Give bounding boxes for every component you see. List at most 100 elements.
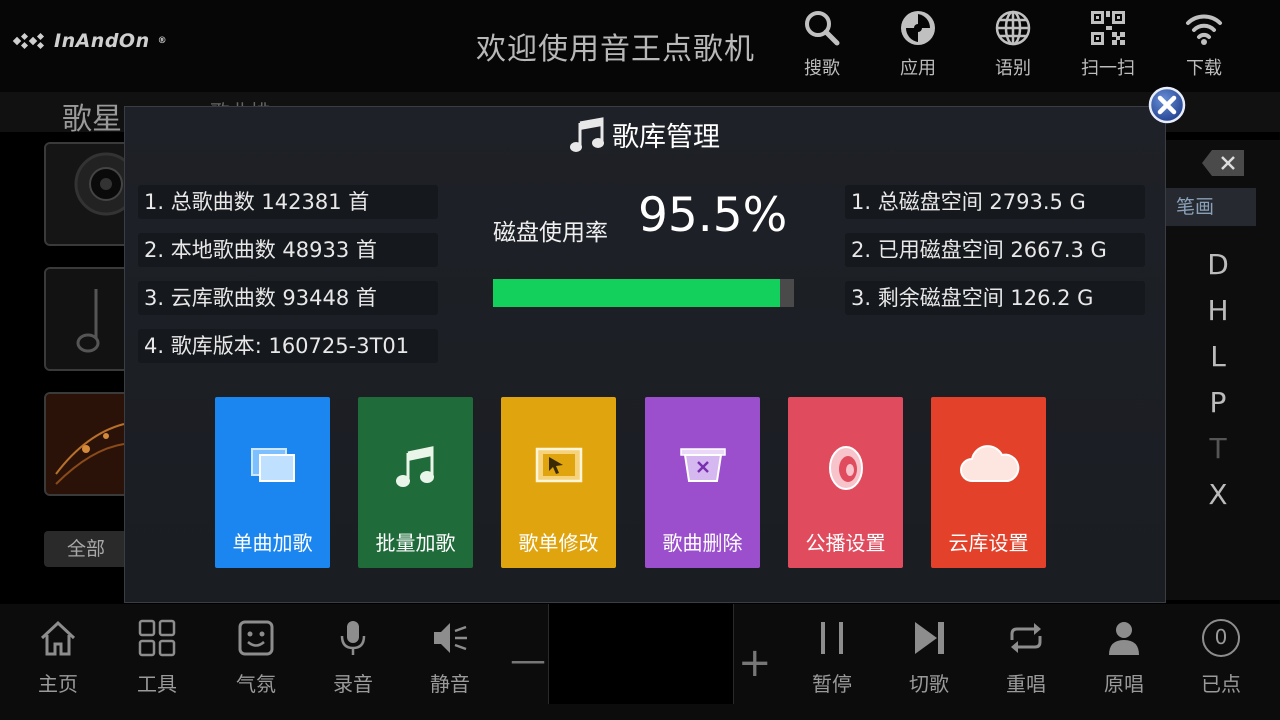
playlist-edit-button[interactable]: 歌单修改 [501,397,616,568]
search-button[interactable]: 搜歌 [784,8,860,86]
windows-icon [250,448,295,482]
logo-mark-icon [12,32,45,50]
local-songs-stat: 2. 本地歌曲数 48933 首 [138,233,438,267]
queue-count: 0 [1214,625,1228,649]
backspace-button[interactable] [1202,150,1244,176]
download-label: 下载 [1186,58,1222,79]
record-button[interactable]: 录音 [313,618,393,697]
cloud-icon [959,445,1019,482]
mood-button[interactable]: 气氛 [216,618,296,697]
cloud-library-settings-button[interactable]: 云库设置 [931,397,1046,568]
search-label: 搜歌 [804,58,840,79]
cloud-songs-stat: 3. 云库歌曲数 93448 首 [138,281,438,315]
tab-stroke[interactable]: 笔画 [1166,188,1256,226]
app-title: 欢迎使用音王点歌机 [476,32,755,67]
delete-box-icon [679,448,726,482]
wifi-icon [1186,14,1222,45]
speaker-art-icon [46,144,128,244]
download-button[interactable]: 下载 [1166,8,1242,86]
single-add-song-button[interactable]: 单曲加歌 [215,397,330,568]
total-disk-stat: 1. 总磁盘空间 2793.5 G [845,185,1145,219]
dialog-title: 歌库管理 [570,115,720,154]
tile-label: 云库设置 [948,531,1029,555]
language-button[interactable]: 语别 [975,8,1051,86]
backspace-icon [1202,150,1244,176]
category-thumbnail[interactable] [44,267,130,371]
brand-logo: InAndOn ® [12,30,167,52]
tools-icon [138,619,176,657]
repeat-icon [1010,623,1042,653]
queue-button[interactable]: 0 已点 [1181,618,1261,697]
microphone-icon [340,621,366,655]
repeat-label: 重唱 [1006,672,1046,696]
skip-label: 切歌 [909,672,949,696]
skip-button[interactable]: 切歌 [889,618,969,697]
tile-label: 歌单修改 [518,531,599,555]
index-letter[interactable]: H [1206,294,1230,327]
record-label: 录音 [333,672,373,696]
volume-up-button[interactable]: + [738,640,772,686]
apps-icon [901,11,935,45]
index-letter[interactable]: X [1206,478,1230,511]
video-preview[interactable] [548,604,734,704]
search-icon [805,11,840,46]
repeat-button[interactable]: 重唱 [986,618,1066,697]
apps-button[interactable]: 应用 [880,8,956,86]
mute-label: 静音 [430,672,470,696]
mood-label: 气氛 [236,672,276,696]
home-label: 主页 [38,672,78,696]
pause-label: 暂停 [812,672,852,696]
index-letter[interactable]: T [1206,432,1230,465]
tools-button[interactable]: 工具 [117,618,197,697]
scan-button[interactable]: 扫一扫 [1070,8,1146,86]
batch-add-song-button[interactable]: 批量加歌 [358,397,473,568]
category-thumbnail[interactable] [44,392,130,496]
language-label: 语别 [995,58,1031,79]
mute-button[interactable]: 静音 [410,618,490,697]
close-button[interactable] [1148,86,1186,124]
song-delete-button[interactable]: 歌曲删除 [645,397,760,568]
original-vocal-button[interactable]: 原唱 [1084,618,1164,697]
tile-label: 歌曲删除 [662,531,743,555]
pause-button[interactable]: 暂停 [792,618,872,697]
music-note-art-icon [46,269,128,369]
edit-cursor-icon [535,447,582,483]
total-songs-stat: 1. 总歌曲数 142381 首 [138,185,438,219]
speaker-icon [828,446,863,490]
index-letter[interactable]: L [1206,340,1230,373]
brand-registered-mark: ® [157,36,168,46]
disk-usage-bar-fill [493,279,781,307]
music-note-icon [570,116,604,152]
queue-count-icon: 0 [1201,618,1241,658]
broadcast-settings-button[interactable]: 公播设置 [788,397,903,568]
filter-all-button[interactable]: 全部 [44,531,128,567]
home-button[interactable]: 主页 [18,618,98,697]
globe-icon [995,10,1031,46]
dialog-title-text: 歌库管理 [612,122,720,153]
disk-usage-bar [493,279,794,307]
notes-art-icon [46,394,128,494]
skip-icon [915,622,944,654]
index-letter[interactable]: P [1206,386,1230,419]
pause-icon [821,622,843,654]
library-version-stat: 4. 歌库版本: 160725-3T01 [138,329,438,363]
apps-label: 应用 [900,58,936,79]
free-disk-stat: 3. 剩余磁盘空间 126.2 G [845,281,1145,315]
index-letter[interactable]: D [1206,248,1230,281]
user-icon [1109,622,1139,655]
music-note-icon [395,446,434,487]
queue-label: 已点 [1201,672,1241,696]
disk-usage-label: 磁盘使用率 [493,220,608,246]
tile-label: 批量加歌 [375,531,456,555]
mute-icon [434,623,467,653]
close-icon [1148,86,1186,124]
tab-singer[interactable]: 歌星 [62,94,122,138]
tile-label: 单曲加歌 [232,531,313,555]
scan-label: 扫一扫 [1081,58,1135,79]
tile-label: 公播设置 [805,531,886,555]
disk-usage-value: 95.5% [638,188,788,243]
volume-down-button[interactable]: — [510,640,546,681]
category-thumbnail[interactable] [44,142,130,246]
home-icon [40,620,76,656]
brand-name: InAndOn [54,30,150,52]
